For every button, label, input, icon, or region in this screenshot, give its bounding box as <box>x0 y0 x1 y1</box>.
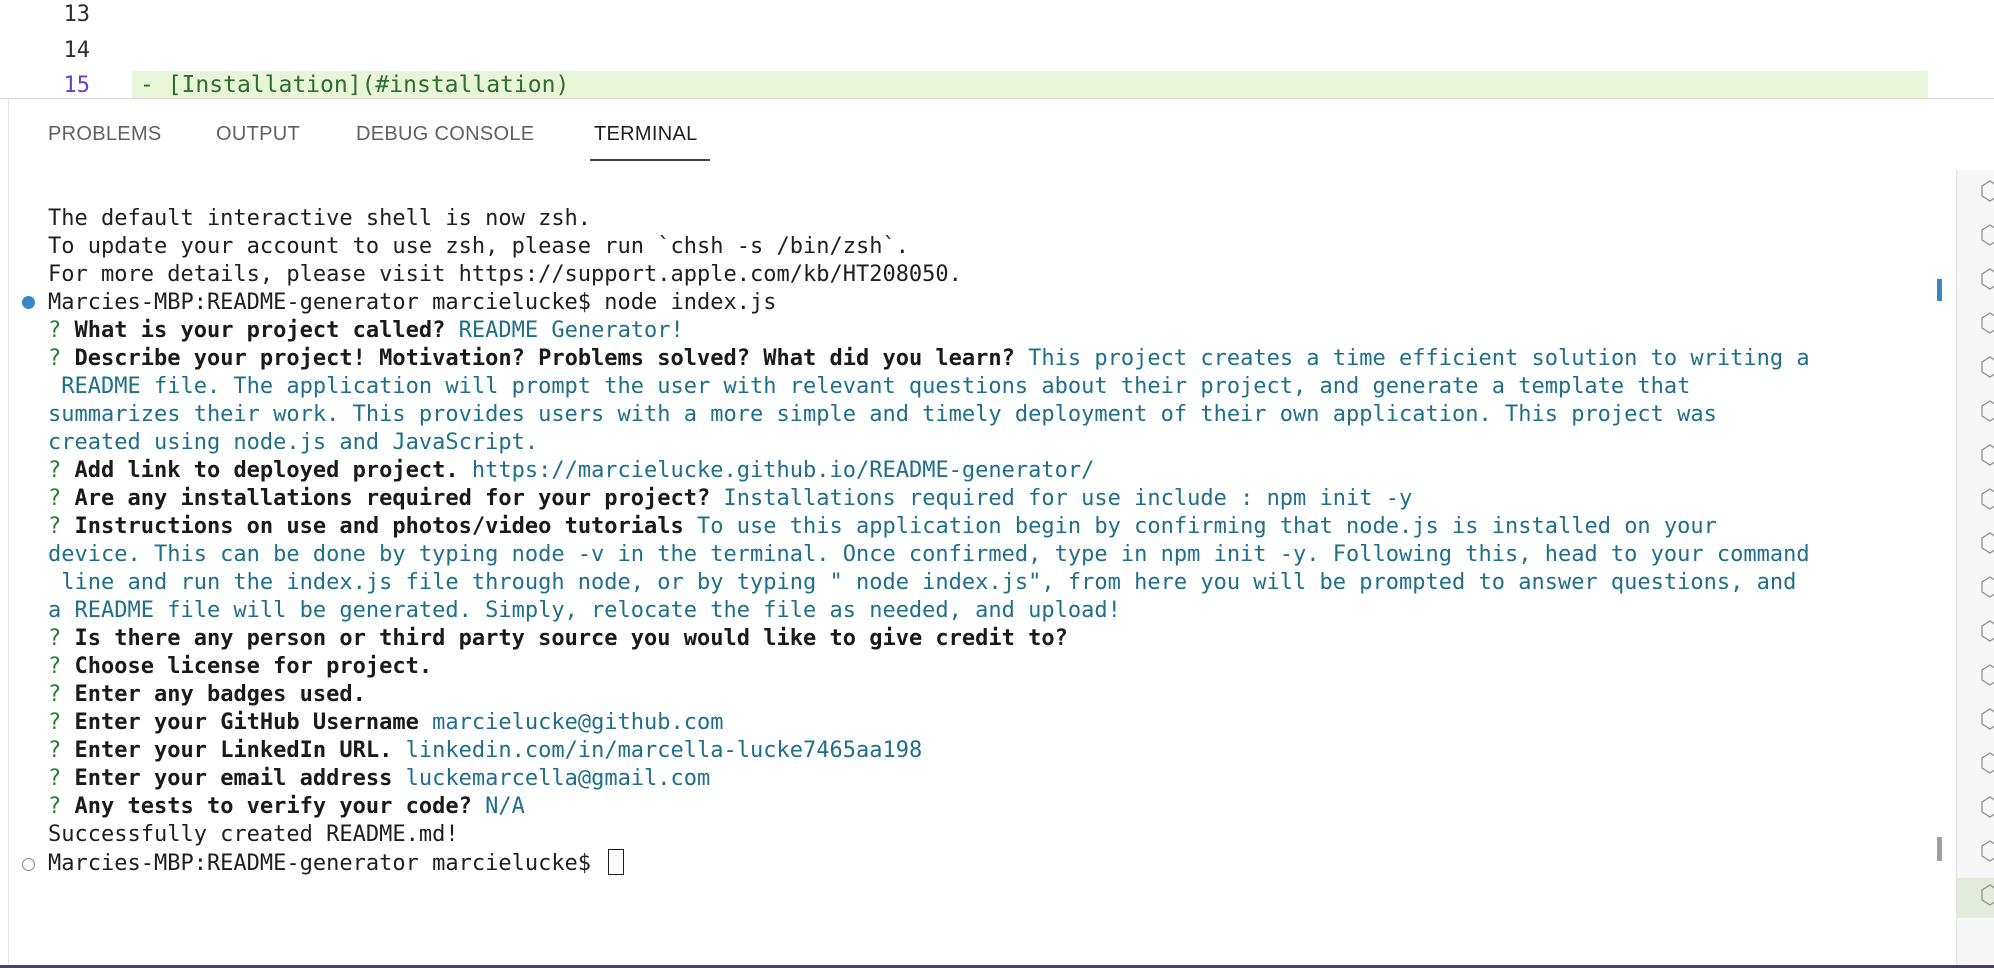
terminal-instance-icon[interactable] <box>1981 224 1994 246</box>
editor-line: 14 <box>0 33 1994 68</box>
editor-area[interactable]: 13 14 15 - [Installation](#installation) <box>0 0 1994 98</box>
terminal-instance-icon[interactable] <box>1981 488 1994 510</box>
terminal-instance-icon[interactable] <box>1981 180 1994 202</box>
question-text: Enter your email address <box>74 766 393 791</box>
question-mark: ? <box>48 794 62 819</box>
terminal-instance-icon[interactable] <box>1981 400 1994 422</box>
line-number: 15 <box>63 73 91 98</box>
scrollbar-marker[interactable] <box>1937 279 1942 301</box>
terminal-success-line: Successfully created README.md! <box>48 822 459 847</box>
editor-line-current[interactable]: 15 - [Installation](#installation) <box>0 68 1994 98</box>
terminal-instance-icon[interactable] <box>1981 532 1994 554</box>
link-target: (#installation) <box>361 72 570 98</box>
terminal-question-line: ? Any tests to verify your code? N/A <box>48 793 525 821</box>
terminal-instance-icon[interactable] <box>1981 840 1994 862</box>
line-number: 14 <box>63 38 91 63</box>
terminal-instance-icon[interactable] <box>1981 752 1994 774</box>
terminal-cursor <box>608 849 625 875</box>
terminal-instance-icon[interactable] <box>1981 620 1994 642</box>
question-mark: ? <box>48 766 62 791</box>
terminal-instance-icon[interactable] <box>1981 664 1994 686</box>
terminal-instance-icon[interactable] <box>1981 444 1994 466</box>
link-text: [Installation] <box>167 72 362 98</box>
editor-line-text[interactable]: - [Installation](#installation) <box>140 68 569 98</box>
answer-text: N/A <box>485 794 525 819</box>
prompt-text: Marcies-MBP:README-generator marcielucke… <box>48 851 605 876</box>
terminal-instance-icon[interactable] <box>1981 268 1994 290</box>
line-number: 13 <box>63 2 91 27</box>
scrollbar-thumb[interactable] <box>1937 837 1942 861</box>
terminal-instance-icon[interactable] <box>1981 576 1994 598</box>
editor-line: 13 <box>0 0 1994 32</box>
terminal-instance-icon[interactable] <box>1981 796 1994 818</box>
list-dash: - <box>140 72 168 98</box>
vscode-window: 13 14 15 - [Installation](#installation)… <box>0 0 1994 968</box>
terminal-instance-icon[interactable] <box>1981 356 1994 378</box>
terminal-instance-icon[interactable] <box>1981 884 1994 906</box>
command-pending-marker-icon[interactable] <box>22 858 35 871</box>
answer-text: luckemarcella@gmail.com <box>405 766 711 791</box>
terminal-instance-icon[interactable] <box>1981 312 1994 334</box>
terminal-output-tail[interactable]: ? Enter your email address luckemarcella… <box>0 106 1950 876</box>
terminal-instance-icon[interactable] <box>1981 708 1994 730</box>
question-text: Any tests to verify your code? <box>74 794 472 819</box>
terminal-question-line: ? Enter your email address luckemarcella… <box>48 765 710 793</box>
terminal-prompt-line[interactable]: Marcies-MBP:README-generator marcielucke… <box>48 849 625 877</box>
